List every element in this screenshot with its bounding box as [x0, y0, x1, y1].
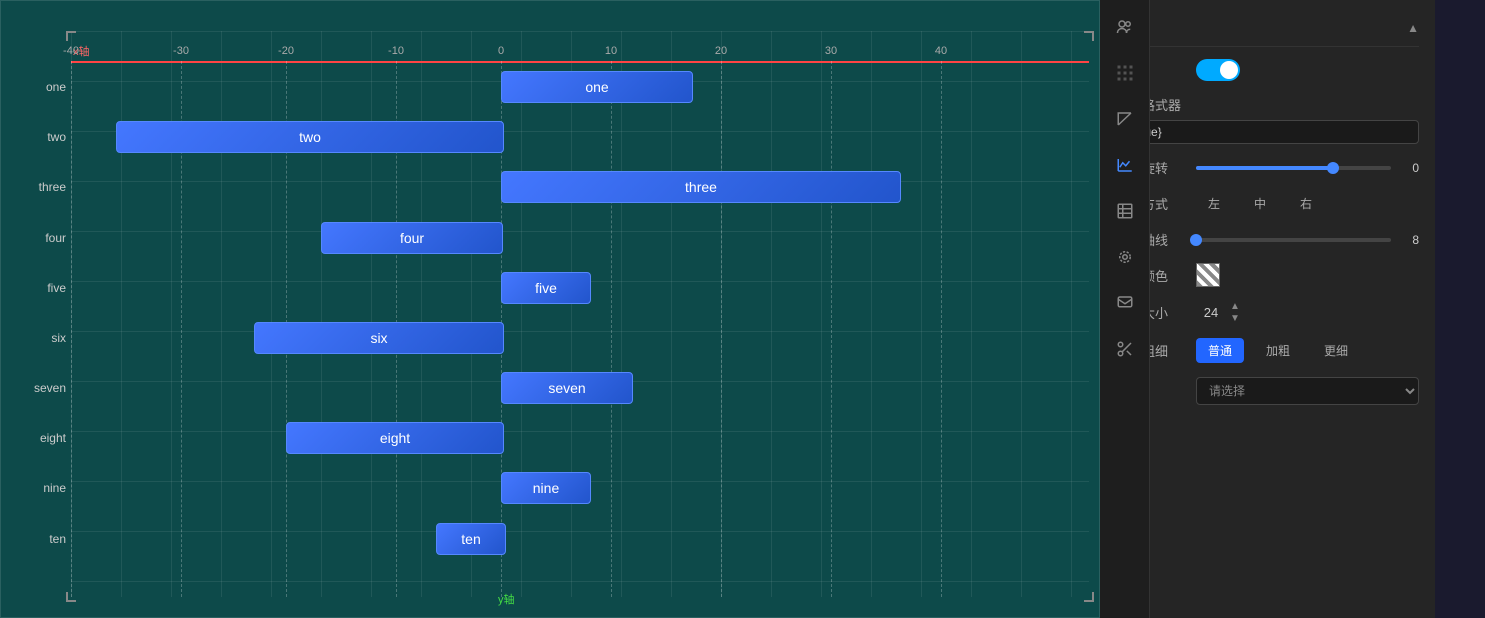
tick-20p: 20 — [715, 45, 727, 57]
vline-20p — [721, 61, 722, 597]
tick-10: -10 — [388, 45, 404, 57]
bar-label-six: six — [1, 322, 66, 354]
rotation-thumb[interactable] — [1327, 162, 1339, 174]
size-up-icon[interactable]: ▲ — [1230, 301, 1240, 312]
tick-30p: 30 — [825, 45, 837, 57]
chart-area: x轴 y轴 -40 -30 -20 -10 0 10 20 30 40 one … — [0, 0, 1100, 618]
bar-label-eight: eight — [1, 422, 66, 454]
vline-30p — [831, 61, 832, 597]
corner-tl — [66, 31, 76, 41]
tick-40: -40 — [63, 45, 79, 57]
corner-bl — [66, 592, 76, 602]
align-row: 对齐方式 左 中 右 — [1116, 191, 1419, 216]
weight-thin-btn[interactable]: 更细 — [1312, 338, 1360, 363]
bar-eight[interactable]: eight — [286, 422, 504, 454]
properties-panel: 标签 ▲ 显示 内容格式器 字体旋转 0 对齐方式 左 中 右 距离轴线 — [1100, 0, 1435, 618]
bar-three[interactable]: three — [501, 171, 901, 203]
bar-four[interactable]: four — [321, 222, 503, 254]
distance-thumb[interactable] — [1190, 234, 1202, 246]
tick-40p: 40 — [935, 45, 947, 57]
size-value: 24 — [1196, 305, 1226, 320]
font-select[interactable]: 请选择 — [1196, 377, 1419, 405]
x-axis-line — [71, 61, 1089, 63]
align-left-btn[interactable]: 左 — [1196, 191, 1232, 216]
bar-label-one: one — [1, 71, 66, 103]
axis-icon-btn[interactable] — [1108, 102, 1142, 136]
tick-30: -30 — [173, 45, 189, 57]
size-row: 字体大小 24 ▲ ▼ — [1116, 301, 1419, 324]
tick-10p: 10 — [605, 45, 617, 57]
bar-ten[interactable]: ten — [436, 523, 506, 555]
chart-line-icon-btn[interactable] — [1108, 148, 1142, 182]
align-right-btn[interactable]: 右 — [1288, 191, 1324, 216]
display-row: 显示 — [1116, 59, 1419, 81]
color-row: 字体颜色 — [1116, 263, 1419, 287]
weight-row: 字体粗细 普通 加粗 更细 — [1116, 338, 1419, 363]
formatter-input[interactable] — [1116, 120, 1419, 144]
bar-label-four: four — [1, 222, 66, 254]
vline-10p — [611, 61, 612, 597]
size-down-icon[interactable]: ▼ — [1230, 313, 1240, 324]
section-header: 标签 ▲ — [1116, 10, 1419, 47]
bar-label-nine: nine — [1, 472, 66, 504]
table-icon-btn[interactable] — [1108, 194, 1142, 228]
pattern-icon-btn[interactable] — [1108, 56, 1142, 90]
users-icon-btn[interactable] — [1108, 10, 1142, 44]
bar-label-ten: ten — [1, 523, 66, 555]
vline-40p — [941, 61, 942, 597]
font-row: 字体 请选择 — [1116, 377, 1419, 405]
vline-40 — [71, 61, 72, 597]
bar-label-five: five — [1, 272, 66, 304]
chevron-up-icon[interactable]: ▲ — [1407, 21, 1419, 35]
bar-seven[interactable]: seven — [501, 372, 633, 404]
eye-icon-btn[interactable] — [1108, 240, 1142, 274]
color-swatch[interactable] — [1196, 263, 1220, 287]
rotation-fill — [1196, 166, 1333, 170]
bar-label-two: two — [1, 121, 66, 153]
display-toggle[interactable] — [1196, 59, 1240, 81]
bar-two[interactable]: two — [116, 121, 504, 153]
tick-0: 0 — [498, 45, 504, 57]
icons-strip — [1100, 0, 1150, 618]
distance-value: 8 — [1399, 233, 1419, 247]
tick-20: -20 — [278, 45, 294, 57]
bar-nine[interactable]: nine — [501, 472, 591, 504]
rotation-track[interactable] — [1196, 166, 1391, 170]
formatter-row: 内容格式器 — [1116, 95, 1419, 144]
distance-track[interactable] — [1196, 238, 1391, 242]
rotation-row: 字体旋转 0 — [1116, 158, 1419, 177]
align-center-btn[interactable]: 中 — [1242, 191, 1278, 216]
chart-grid — [71, 31, 1089, 597]
distance-slider-container: 8 — [1196, 233, 1419, 247]
message-icon-btn[interactable] — [1108, 286, 1142, 320]
bar-one[interactable]: one — [501, 71, 693, 103]
weight-normal-btn[interactable]: 普通 — [1196, 338, 1244, 363]
bar-label-three: three — [1, 171, 66, 203]
scissors-icon-btn[interactable] — [1108, 332, 1142, 366]
distance-row: 距离轴线 8 — [1116, 230, 1419, 249]
weight-bold-btn[interactable]: 加粗 — [1254, 338, 1302, 363]
size-stepper: 24 ▲ ▼ — [1196, 301, 1240, 324]
size-stepper-buttons[interactable]: ▲ ▼ — [1230, 301, 1240, 324]
rotation-slider-container: 0 — [1196, 161, 1419, 175]
rotation-value: 0 — [1399, 161, 1419, 175]
corner-br — [1084, 592, 1094, 602]
bar-label-seven: seven — [1, 372, 66, 404]
bar-six[interactable]: six — [254, 322, 504, 354]
corner-tr — [1084, 31, 1094, 41]
bar-five[interactable]: five — [501, 272, 591, 304]
